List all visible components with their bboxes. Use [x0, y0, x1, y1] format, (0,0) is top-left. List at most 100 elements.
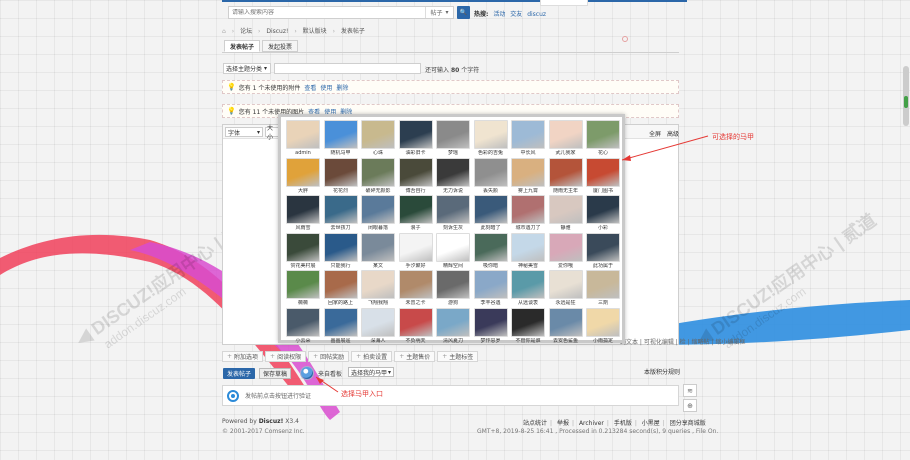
avatar-option[interactable]: 雾上九霄 [510, 157, 546, 196]
avatar-option[interactable]: 未曾之卡 [398, 270, 434, 308]
breadcrumb-item[interactable]: 论坛 [240, 28, 252, 35]
avatar-option[interactable]: 梦作思罗 [473, 307, 509, 346]
avatar-option[interactable]: 梦瑶 [435, 120, 471, 158]
avatar-option[interactable]: 三劑 [585, 270, 621, 308]
advanced-button[interactable]: 高级 [667, 131, 679, 138]
editor-footer[interactable]: 纯文本 | 可视化编辑 | 检 | 缩略帖 | 缩小编辑框 [620, 337, 745, 346]
avatar-option[interactable]: 飞翔我翔 [360, 270, 396, 308]
mask-entry-icon[interactable] [300, 366, 314, 380]
avatar-option[interactable]: 去世孩刀 [323, 195, 359, 233]
avatar-option[interactable]: 清风夏刀 [435, 307, 471, 346]
avatar-option[interactable]: 厦门图书 [585, 157, 621, 196]
avatar-option[interactable]: 画画展遥 [323, 307, 359, 346]
avatar-option[interactable]: 城市遇刀了 [510, 195, 546, 233]
avatar-option[interactable]: 闭眼暮落 [360, 195, 396, 233]
extra-option[interactable]: + 主题标签 [437, 351, 479, 362]
avatar-option[interactable]: 去安色鲨鱼 [548, 307, 584, 346]
avatar-option[interactable]: 丢失颜 [473, 157, 509, 196]
home-icon[interactable]: ⌂ [222, 28, 226, 35]
avatar-option[interactable]: 吸你暗 [473, 232, 509, 271]
avatar-option[interactable]: 永远是狂 [548, 270, 584, 308]
avatar-option[interactable]: 回家的路上 [323, 270, 359, 308]
avatar-option[interactable]: 从远谈衷 [510, 270, 546, 308]
hot-search-item[interactable]: 交友 [510, 11, 522, 18]
avatar-option[interactable]: 薇薇 [285, 270, 321, 308]
avatar-option[interactable]: 无力诉说 [435, 157, 471, 196]
submit-post-button[interactable]: 发表帖子 [223, 368, 255, 379]
page-scrollbar[interactable] [903, 66, 909, 126]
notice-link-use[interactable]: 使用 [320, 83, 332, 92]
avatar-option[interactable]: 随机马甲 [323, 120, 359, 158]
search-type-select[interactable]: 帖子 ▾ [425, 7, 453, 18]
fullscreen-button[interactable]: 全屏 [649, 131, 661, 138]
side-button-bottom[interactable]: ⊕ [683, 399, 697, 412]
save-draft-button[interactable]: 保存草稿 [259, 368, 291, 379]
title-input[interactable] [274, 63, 421, 74]
avatar-option[interactable]: 此功属于 [585, 232, 621, 271]
avatar-option[interactable]: 只能我行 [323, 232, 359, 271]
footer-link[interactable]: Archiver [579, 420, 604, 427]
hot-search-item[interactable]: discuz [527, 11, 546, 18]
avatar-option[interactable]: 不负明天 [398, 307, 434, 346]
avatar-option[interactable]: admin [285, 120, 321, 158]
avatar-option[interactable]: 中长风 [510, 120, 546, 158]
category-select[interactable]: 选择主题分类 ▾ [223, 63, 271, 74]
avatar-option[interactable]: 油彩旧卡 [398, 120, 434, 158]
side-button-top[interactable]: ≋ [683, 384, 697, 397]
breadcrumb-item[interactable]: 默认版块 [303, 28, 327, 35]
footer-link[interactable]: 站点统计 [523, 420, 547, 427]
avatar-option[interactable]: 静雅 [548, 195, 584, 233]
avatar-option[interactable]: 武儿我家 [548, 120, 584, 158]
avatar-option[interactable]: 李丰谷遇 [473, 270, 509, 308]
discuz-link[interactable]: Discuz! [259, 418, 284, 425]
extra-option[interactable]: + 拍卖设置 [351, 351, 393, 362]
search-input[interactable] [229, 9, 425, 16]
avatar-option[interactable]: 小彩 [585, 195, 621, 233]
extra-option[interactable]: + 阅读权限 [265, 351, 307, 362]
footer-link[interactable]: 手机版 [614, 420, 632, 427]
tab-poll[interactable]: 发起投票 [262, 40, 299, 52]
search-button[interactable]: 🔍 [457, 6, 470, 19]
notice-link-delete[interactable]: 删除 [336, 83, 348, 92]
verify-box[interactable]: 发帖前点击按钮进行验证 [222, 385, 679, 406]
avatar-name: 随机马甲 [330, 150, 351, 156]
size-select[interactable]: 大小 [265, 125, 279, 141]
tab-post[interactable]: 发表帖子 [224, 40, 261, 52]
avatar-option[interactable]: 精辉空间 [435, 232, 471, 271]
notice-link-view[interactable]: 查看 [304, 83, 316, 92]
extra-option[interactable]: + 回帖奖励 [308, 351, 350, 362]
breadcrumb-item[interactable]: Discuz! [266, 28, 288, 35]
avatar-option[interactable]: 浪子 [398, 195, 434, 233]
footer-link[interactable]: 举报 [557, 420, 569, 427]
avatar-option[interactable]: 神秘美雪 [510, 232, 546, 271]
avatar-option[interactable]: 大胖 [285, 157, 321, 196]
mask-select[interactable]: 选择我的马甲 ▾ [348, 367, 394, 377]
rules-link[interactable]: 本版积分规则 [644, 367, 680, 376]
font-select[interactable]: 字体 ▾ [225, 127, 263, 137]
footer-link[interactable]: 小黑屋 [642, 420, 660, 427]
extra-option[interactable]: + 附加选项 [222, 351, 264, 362]
avatar-option[interactable]: 不管你是谁 [510, 307, 546, 346]
avatar-option[interactable]: 赞花美村展 [285, 232, 321, 271]
avatar-option[interactable]: 某文 [360, 232, 396, 271]
avatar-option[interactable]: 随雨无主年 [548, 157, 584, 196]
avatar-option[interactable]: 刻诉生灰 [435, 195, 471, 233]
avatar-option[interactable]: 色彩的吉兔 [473, 120, 509, 158]
extra-option[interactable]: + 主题售价 [394, 351, 436, 362]
avatar-name: 小雨孤定 [592, 337, 613, 344]
avatar-option[interactable]: 手汐聚好 [398, 232, 434, 271]
avatar-option[interactable]: 此刻暗了 [473, 195, 509, 233]
avatar-option[interactable]: 小云朵 [285, 307, 321, 346]
hot-search-item[interactable]: 活动 [493, 11, 505, 18]
avatar-option[interactable]: 深海人 [360, 307, 396, 346]
avatar-option[interactable]: 游狗 [435, 270, 471, 308]
avatar-option[interactable]: 心珠 [360, 120, 396, 158]
avatar-option[interactable]: 破碎无颜影 [360, 157, 396, 196]
avatar-option[interactable]: 博吾自行 [398, 157, 434, 196]
avatar-option[interactable]: 花花烈 [323, 157, 359, 196]
avatar-option[interactable]: 爱你哦 [548, 232, 584, 271]
footer-link[interactable]: 团分享商城版 [670, 420, 706, 427]
avatar-option[interactable]: 花心 [585, 120, 621, 158]
avatar-option[interactable]: 风雨雪 [285, 195, 321, 233]
avatar-option[interactable]: 小雨孤定 [585, 307, 621, 346]
